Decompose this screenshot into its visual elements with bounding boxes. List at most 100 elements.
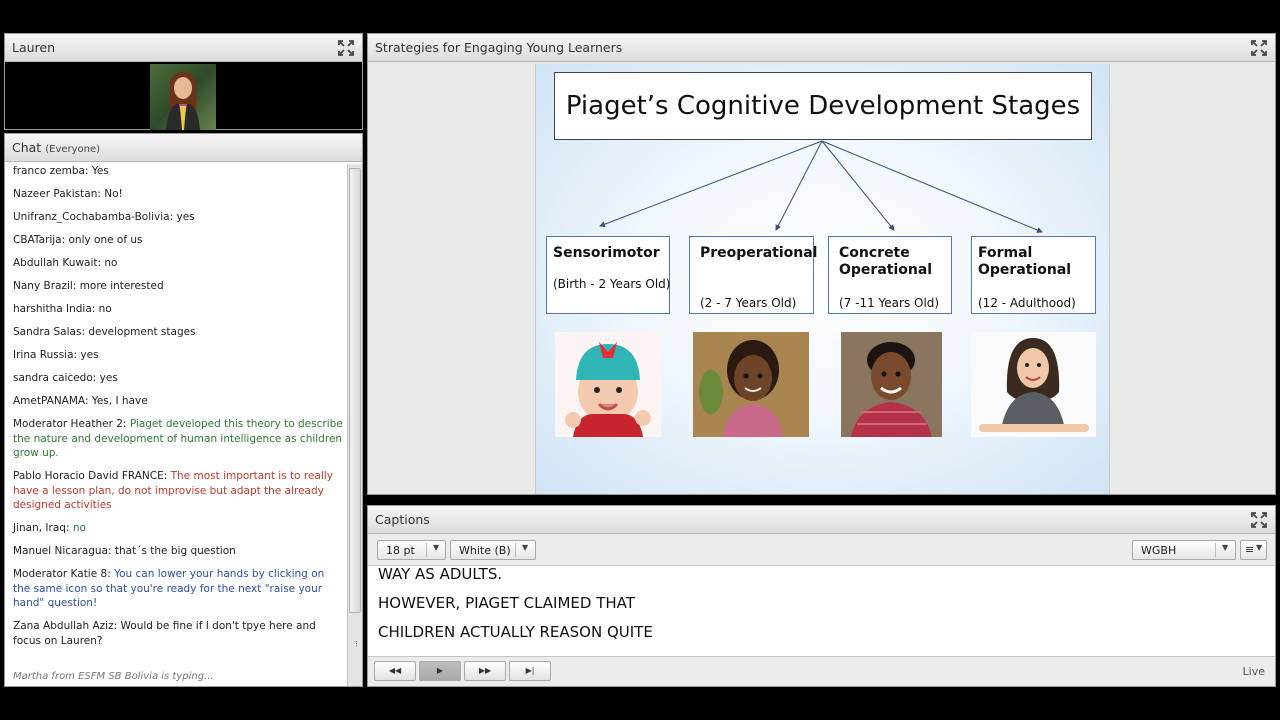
chat-sender: Unifranz_Cochabamba-Bolivia <box>13 211 170 223</box>
fast-forward-button[interactable]: ▶▶ <box>464 661 506 681</box>
chat-text: Yes <box>91 165 109 177</box>
chat-separator: : <box>72 280 80 292</box>
chat-separator: : <box>92 372 100 384</box>
chat-sender: franco zemba <box>13 165 85 177</box>
captions-pod-title: Captions <box>375 512 430 527</box>
chat-message-list[interactable]: franco zemba: Yes Nazeer Pakistan: No! Uni… <box>5 164 349 686</box>
captions-toolbar: 18 pt ▼ White (B) ▼ WGBH ▼ ≡ ▼ <box>368 534 1275 566</box>
chat-text: only one of us <box>68 234 143 246</box>
share-pod: Strategies for Engaging Young Learners P… <box>367 33 1276 495</box>
caption-color-value: White (B) <box>459 544 511 557</box>
child-photo <box>693 332 809 437</box>
caption-line: HOWEVER, PIAGET CLAIMED THAT <box>378 594 635 612</box>
chat-sender: harshitha India <box>13 303 92 315</box>
chat-sender: Moderator Heather 2 <box>13 418 123 430</box>
chat-pod-header: Chat (Everyone) <box>5 134 362 162</box>
stage-name: Concrete Operational <box>839 245 933 278</box>
share-pod-title: Strategies for Engaging Young Learners <box>375 40 623 55</box>
chat-sender: Manuel Nicaragua <box>13 545 109 557</box>
chat-separator: : <box>84 395 92 407</box>
divider <box>1215 543 1216 557</box>
caption-provider-select[interactable]: WGBH ▼ <box>1132 540 1236 560</box>
chat-separator: : <box>122 418 130 430</box>
chat-sender: Moderator Katie 8 <box>13 568 108 580</box>
chat-message: Nany Brazil: more interested <box>13 279 343 294</box>
chat-text: development stages <box>88 326 196 338</box>
chat-text: Yes, I have <box>91 395 148 407</box>
teen-photo <box>971 332 1096 437</box>
chat-scrollbar[interactable] <box>347 164 362 686</box>
chat-sender: Sandra Salas <box>13 326 82 338</box>
stage-age: (12 - Adulthood) <box>978 296 1076 310</box>
chat-sender: Abdullah Kuwait <box>13 257 98 269</box>
resize-grip-icon[interactable]: ⁝ <box>355 640 358 650</box>
slide-title-box: Piaget’s Cognitive Development Stages <box>554 72 1092 140</box>
chat-message: Moderator Heather 2: Piaget developed th… <box>13 417 343 461</box>
chat-message: Pablo Horacio David FRANCE: The most imp… <box>13 469 343 513</box>
fullscreen-icon[interactable] <box>1251 40 1267 56</box>
chat-message: Manuel Nicaragua: that´s the big questio… <box>13 544 343 559</box>
stage-age: (2 - 7 Years Old) <box>700 296 797 310</box>
chat-message: CBATarija: only one of us <box>13 233 343 248</box>
chat-separator: : <box>163 470 171 482</box>
chat-message: sandra caicedo: yes <box>13 371 343 386</box>
webcam-pod-title: Lauren <box>12 40 56 55</box>
captions-footer: ◀◀ ▶ ▶▶ ▶| Live <box>368 656 1275 686</box>
stage-age: (7 -11 Years Old) <box>839 296 940 310</box>
font-size-select[interactable]: 18 pt ▼ <box>377 540 446 560</box>
chat-separator: : <box>61 234 69 246</box>
fullscreen-icon[interactable] <box>338 40 354 56</box>
chat-text: no <box>104 257 118 269</box>
chat-sender: Jinan, Iraq <box>13 522 66 534</box>
chat-sender: Pablo Horacio David FRANCE <box>13 470 164 482</box>
stage-name: Preoperational <box>700 245 818 261</box>
menu-lines-icon: ≡ <box>1245 543 1255 556</box>
fullscreen-icon[interactable] <box>1251 512 1267 528</box>
chevron-down-icon: ▼ <box>1256 543 1263 552</box>
chat-pod-title-group: Chat (Everyone) <box>12 140 100 155</box>
chat-message: Irina Russia: yes <box>13 348 343 363</box>
typing-indicator: Martha from ESFM SB Bolivia is typing... <box>13 671 214 682</box>
stage-box-preoperational: Preoperational (2 - 7 Years Old) <box>689 236 818 314</box>
chat-sender: AmetPANAMA <box>13 395 85 407</box>
chat-text: no <box>98 303 112 315</box>
chat-text: no <box>72 522 86 534</box>
caption-color-select[interactable]: White (B) ▼ <box>450 540 536 560</box>
stage-box-formal-operational: Formal Operational (12 - Adulthood) <box>971 236 1096 314</box>
stage-box-sensorimotor: Sensorimotor (Birth - 2 Years Old) <box>546 236 670 314</box>
webcam-pod-header: Lauren <box>5 34 362 62</box>
share-pod-header: Strategies for Engaging Young Learners <box>368 34 1275 62</box>
caption-line: WAY AS ADULTS. <box>378 568 503 583</box>
chat-separator: : <box>108 545 115 557</box>
chat-message: harshitha India: no <box>13 302 343 317</box>
chat-title: Chat <box>12 140 42 155</box>
divider <box>426 543 427 557</box>
chat-message: Zana Abdullah Aziz: Would be fine if I d… <box>13 619 343 648</box>
chat-text: more interested <box>79 280 164 292</box>
webcam-video <box>5 62 362 130</box>
stage-box-concrete-operational: Concrete Operational (7 -11 Years Old) <box>828 236 952 314</box>
chat-message: AmetPANAMA: Yes, I have <box>13 394 343 409</box>
chat-separator: : <box>91 303 99 315</box>
chat-message: Abdullah Kuwait: no <box>13 256 343 271</box>
baby-photo <box>555 332 661 437</box>
chat-scrollbar-thumb[interactable] <box>349 168 361 613</box>
stage-name: Sensorimotor <box>553 245 660 261</box>
chat-text: yes <box>99 372 118 384</box>
chat-separator: : <box>169 211 177 223</box>
chat-message: Jinan, Iraq: no <box>13 521 343 536</box>
chat-message: Nazeer Pakistan: No! <box>13 187 343 202</box>
chevron-down-icon: ▼ <box>433 543 440 552</box>
chat-message: Sandra Salas: development stages <box>13 325 343 340</box>
play-button[interactable]: ▶ <box>419 661 461 681</box>
presentation-slide: Piaget’s Cognitive Development Stages Se… <box>535 64 1110 494</box>
rewind-start-button[interactable]: ◀◀ <box>374 661 416 681</box>
skip-to-live-button[interactable]: ▶| <box>509 661 551 681</box>
chat-text: that´s the big question <box>114 545 236 557</box>
captions-options-menu[interactable]: ≡ ▼ <box>1240 540 1267 560</box>
chat-message: Moderator Katie 8: You can lower your ha… <box>13 567 343 611</box>
chat-sender: sandra caicedo <box>13 372 93 384</box>
webcam-pod: Lauren <box>4 33 363 130</box>
boy-photo <box>841 332 942 437</box>
chat-sender: CBATarija <box>13 234 62 246</box>
